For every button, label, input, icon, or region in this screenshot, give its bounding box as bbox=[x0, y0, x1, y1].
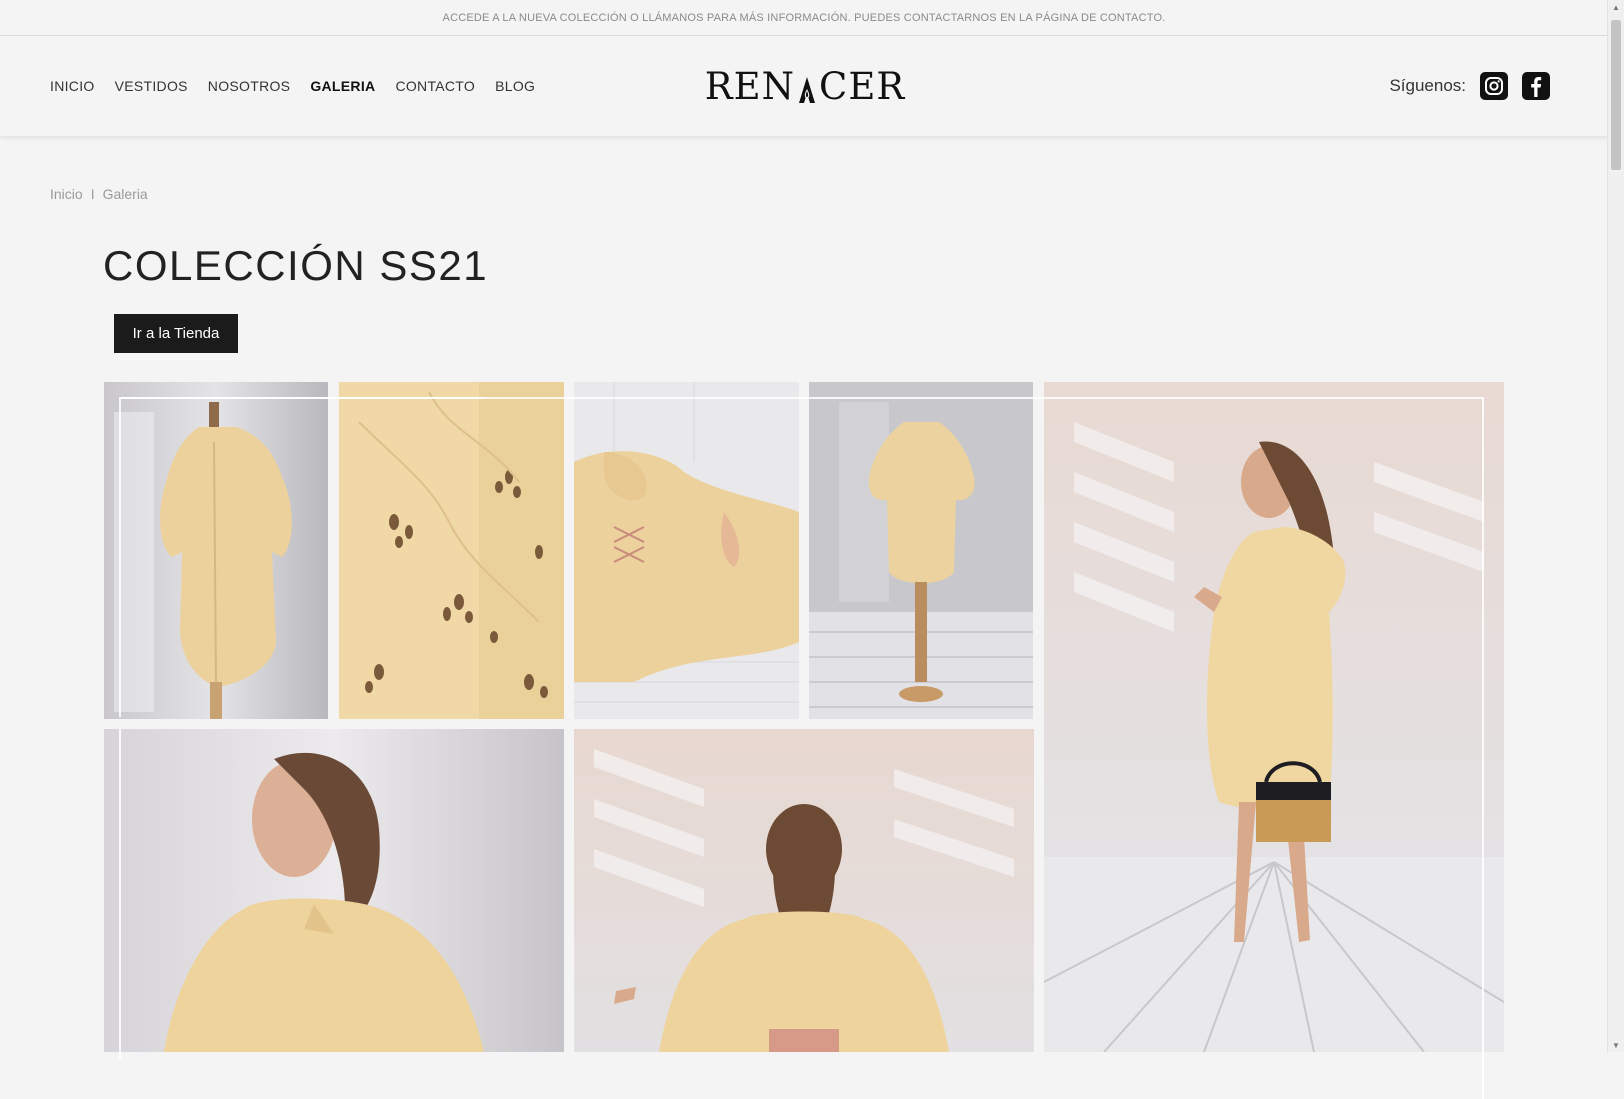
gallery-image-fabric-closeup[interactable] bbox=[339, 382, 564, 719]
nav-item-galeria[interactable]: GALERIA bbox=[310, 78, 375, 94]
breadcrumb: Inicio I Galeria bbox=[50, 186, 148, 202]
scroll-up-icon[interactable]: ▲ bbox=[1608, 0, 1624, 14]
gallery-image-model-profile[interactable] bbox=[104, 729, 564, 1052]
page-scrollbar[interactable]: ▲ ▼ bbox=[1607, 0, 1624, 1052]
logo-drop-icon bbox=[796, 71, 818, 103]
nav-item-contacto[interactable]: CONTACTO bbox=[395, 78, 475, 94]
facebook-icon[interactable] bbox=[1522, 72, 1550, 100]
announcement-bar: ACCEDE A LA NUEVA COLECCIÓN O LLÁMANOS P… bbox=[0, 0, 1608, 36]
breadcrumb-separator: I bbox=[90, 186, 95, 202]
scroll-thumb[interactable] bbox=[1611, 20, 1621, 170]
scroll-down-icon[interactable]: ▼ bbox=[1608, 1038, 1624, 1052]
breadcrumb-home[interactable]: Inicio bbox=[50, 186, 83, 202]
site-header: INICIO VESTIDOS NOSOTROS GALERIA CONTACT… bbox=[0, 36, 1608, 137]
gallery-image-dress-flatlay[interactable] bbox=[574, 382, 799, 719]
gallery-image-model-side[interactable] bbox=[1044, 382, 1504, 1052]
social-links: Síguenos: bbox=[1389, 36, 1550, 136]
shop-button[interactable]: Ir a la Tienda bbox=[114, 314, 238, 353]
instagram-icon[interactable] bbox=[1480, 72, 1508, 100]
nav-item-nosotros[interactable]: NOSOTROS bbox=[208, 78, 291, 94]
social-label: Síguenos: bbox=[1389, 76, 1466, 95]
nav-item-inicio[interactable]: INICIO bbox=[50, 78, 95, 94]
breadcrumb-current[interactable]: Galeria bbox=[103, 186, 148, 202]
nav-item-vestidos[interactable]: VESTIDOS bbox=[115, 78, 188, 94]
announcement-text: ACCEDE A LA NUEVA COLECCIÓN O LLÁMANOS P… bbox=[442, 11, 1166, 24]
gallery-image-dress-mannequin[interactable] bbox=[809, 382, 1033, 719]
main-nav: INICIO VESTIDOS NOSOTROS GALERIA CONTACT… bbox=[50, 36, 535, 136]
gallery-image-dress-back[interactable] bbox=[104, 382, 328, 719]
nav-item-blog[interactable]: BLOG bbox=[495, 78, 535, 94]
logo-text-left: REN bbox=[704, 64, 796, 108]
gallery-image-model-back[interactable] bbox=[574, 729, 1034, 1052]
page-title: COLECCIÓN SS21 bbox=[103, 242, 489, 289]
brand-logo[interactable]: REN CER bbox=[700, 62, 910, 110]
logo-text-right: CER bbox=[819, 64, 906, 108]
